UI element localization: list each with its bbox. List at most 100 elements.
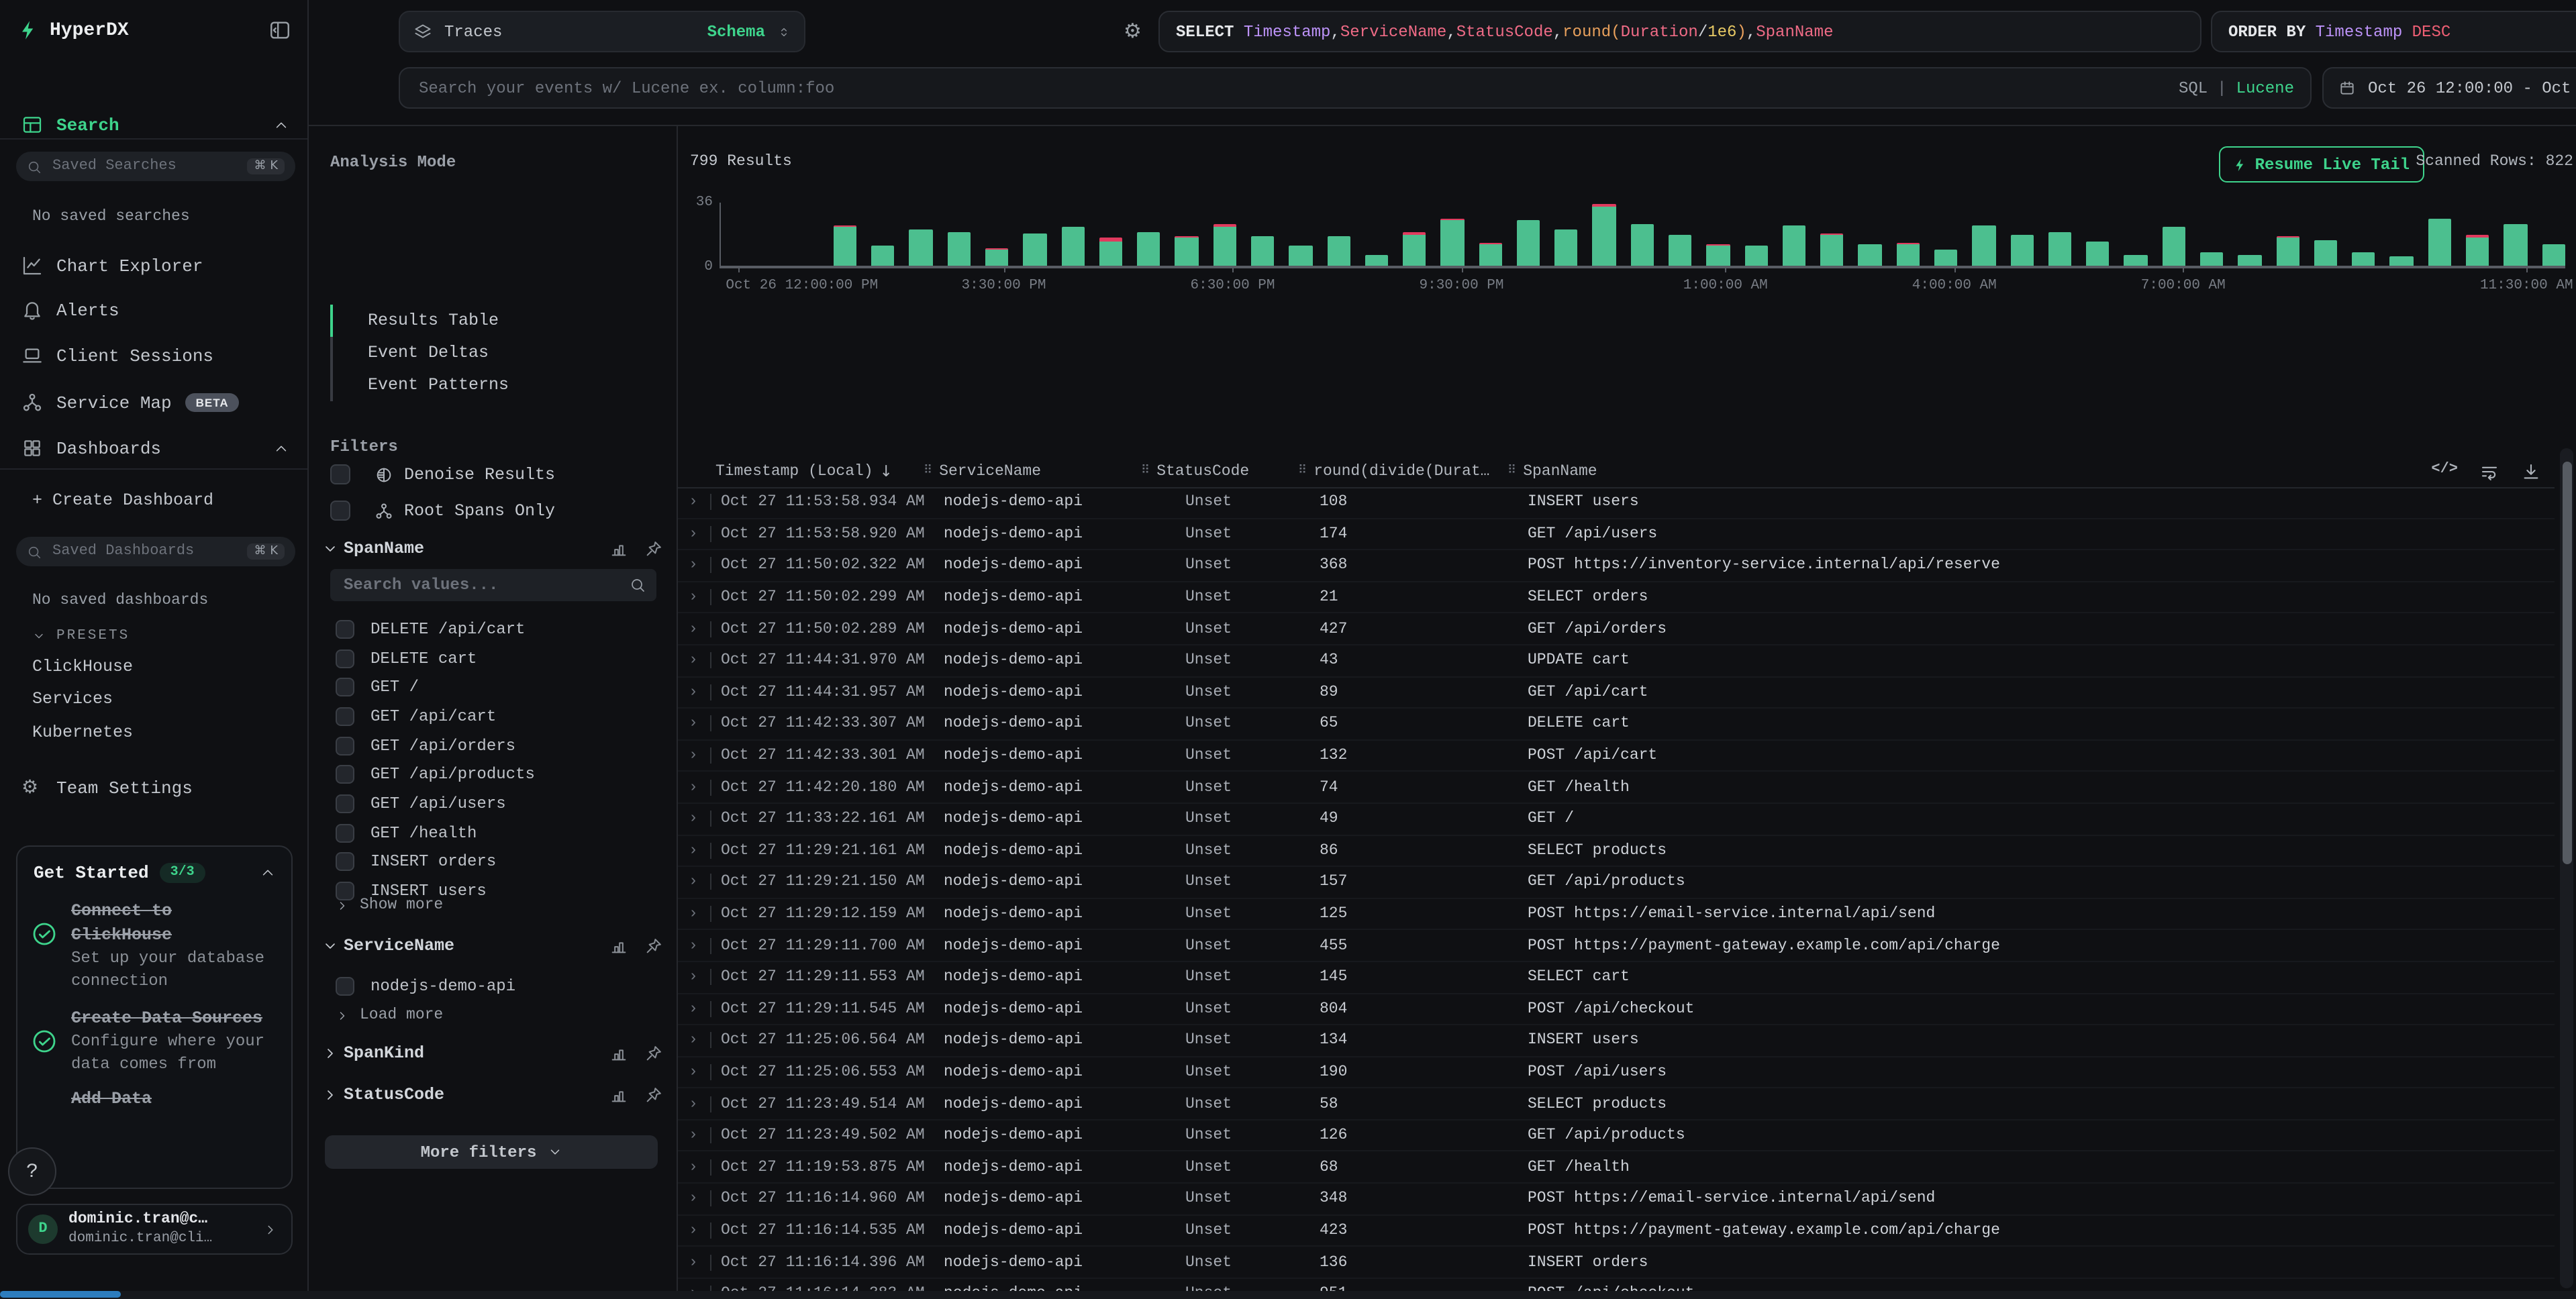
table-row[interactable]: › Oct 27 11:16:14.960 AM nodejs-demo-api… (678, 1184, 2555, 1215)
denoise-results-toggle[interactable]: Denoise Results (330, 464, 555, 484)
sidebar-item-dashboards[interactable]: Dashboards (0, 431, 307, 466)
time-range-picker[interactable]: Oct 26 12:00:00 - Oct 27 12:00:00 (2322, 67, 2576, 109)
saved-searches-input[interactable]: ⌘ K (16, 152, 295, 181)
row-expand-icon[interactable]: › (689, 588, 698, 606)
checkbox[interactable] (330, 464, 350, 484)
sidebar-item-search[interactable]: Search (0, 107, 307, 142)
root-spans-only-toggle[interactable]: Root Spans Only (330, 501, 555, 521)
filter-value-row[interactable]: GET /api/orders (336, 731, 666, 760)
drag-grip-icon[interactable]: ⠿ (1141, 464, 1150, 478)
row-expand-icon[interactable]: › (689, 494, 698, 511)
table-row[interactable]: › Oct 27 11:23:49.514 AM nodejs-demo-api… (678, 1089, 2555, 1121)
get-started-item[interactable]: Connect to ClickHouse Set up your databa… (17, 883, 291, 993)
column-header-servicename[interactable]: ⠿ ServiceName (924, 455, 1041, 487)
filter-value-row[interactable]: GET /api/users (336, 789, 666, 818)
checkbox[interactable] (336, 794, 354, 813)
table-row[interactable]: › Oct 27 11:53:58.934 AM nodejs-demo-api… (678, 487, 2555, 519)
row-expand-icon[interactable]: › (689, 842, 698, 860)
table-row[interactable]: › Oct 27 11:16:14.535 AM nodejs-demo-api… (678, 1215, 2555, 1247)
filter-value-row[interactable]: GET /health (336, 819, 666, 847)
filter-value-row[interactable]: GET /api/cart (336, 702, 666, 731)
chart-mini-icon[interactable] (609, 1086, 628, 1104)
column-header-spanname[interactable]: ⠿ SpanName (1507, 455, 1597, 487)
table-row[interactable]: › Oct 27 11:33:22.161 AM nodejs-demo-api… (678, 804, 2555, 835)
lang-lucene-toggle[interactable]: Lucene (2236, 79, 2294, 97)
sidebar-item-client-sessions[interactable]: Client Sessions (0, 338, 307, 373)
row-expand-icon[interactable]: › (689, 937, 698, 954)
table-row[interactable]: › Oct 27 11:42:33.301 AM nodejs-demo-api… (678, 741, 2555, 772)
spanname-search-field[interactable] (341, 574, 630, 596)
preset-services[interactable]: Services (32, 690, 113, 709)
table-row[interactable]: › Oct 27 11:50:02.299 AM nodejs-demo-api… (678, 582, 2555, 614)
resume-live-tail-button[interactable]: Resume Live Tail (2219, 146, 2424, 183)
table-row[interactable]: › Oct 27 11:23:49.502 AM nodejs-demo-api… (678, 1121, 2555, 1152)
create-dashboard-button[interactable]: + Create Dashboard (32, 491, 213, 510)
table-row[interactable]: › Oct 27 11:16:14.396 AM nodejs-demo-api… (678, 1247, 2555, 1279)
row-expand-icon[interactable]: › (689, 652, 698, 670)
tab-event-patterns[interactable]: Event Patterns (330, 369, 509, 401)
filter-value-row[interactable]: GET / (336, 673, 666, 702)
chevron-up-icon[interactable] (260, 866, 275, 880)
order-by-input[interactable]: ORDER BY Timestamp DESC (2211, 11, 2576, 52)
table-row[interactable]: › Oct 27 11:29:21.150 AM nodejs-demo-api… (678, 867, 2555, 898)
row-expand-icon[interactable]: › (689, 1253, 698, 1271)
more-filters-button[interactable]: More filters (325, 1135, 658, 1169)
source-select[interactable]: Traces Schema (399, 11, 805, 52)
checkbox[interactable] (336, 823, 354, 842)
table-row[interactable]: › Oct 27 11:44:31.957 AM nodejs-demo-api… (678, 677, 2555, 709)
checkbox[interactable] (336, 977, 354, 996)
filter-value-row[interactable]: GET /api/products (336, 760, 666, 789)
row-expand-icon[interactable]: › (689, 1000, 698, 1018)
sidebar-item-chart-explorer[interactable]: Chart Explorer (0, 248, 307, 283)
drag-grip-icon[interactable]: ⠿ (924, 464, 932, 478)
get-started-item[interactable]: Create Data Sources Configure where your… (17, 993, 291, 1076)
drag-grip-icon[interactable]: ⠿ (1298, 464, 1307, 478)
collapse-sidebar-icon[interactable] (268, 19, 291, 42)
sidebar-item-team-settings[interactable]: ⚙ Team Settings (0, 770, 307, 805)
pin-icon[interactable] (644, 1086, 663, 1104)
chart-mini-icon[interactable] (609, 1044, 628, 1063)
row-expand-icon[interactable]: › (689, 747, 698, 764)
row-expand-icon[interactable]: › (689, 874, 698, 891)
table-row[interactable]: › Oct 27 11:50:02.289 AM nodejs-demo-api… (678, 614, 2555, 645)
column-header-duration[interactable]: ⠿ round(divide(Durat… (1298, 455, 1489, 487)
chart-mini-icon[interactable] (609, 539, 628, 558)
checkbox[interactable] (330, 501, 350, 521)
table-row[interactable]: › Oct 27 11:50:02.322 AM nodejs-demo-api… (678, 550, 2555, 582)
row-expand-icon[interactable]: › (689, 1032, 698, 1049)
table-row[interactable]: › Oct 27 11:19:53.875 AM nodejs-demo-api… (678, 1152, 2555, 1184)
filter-value-row[interactable]: nodejs-demo-api (336, 972, 666, 1000)
filter-group-spankind[interactable]: SpanKind (322, 1044, 663, 1063)
filter-value-row[interactable]: INSERT orders (336, 847, 666, 876)
table-row[interactable]: › Oct 27 11:29:11.700 AM nodejs-demo-api… (678, 931, 2555, 962)
saved-searches-field[interactable] (50, 157, 239, 176)
row-expand-icon[interactable]: › (689, 1159, 698, 1176)
scrollbar-thumb[interactable] (2562, 462, 2571, 864)
saved-dashboards-field[interactable] (50, 542, 239, 561)
select-clause-input[interactable]: SELECT Timestamp,ServiceName,StatusCode,… (1158, 11, 2201, 52)
filter-group-spanname[interactable]: SpanName (322, 539, 663, 558)
row-expand-icon[interactable]: › (689, 620, 698, 637)
column-header-timestamp[interactable]: Timestamp (Local) ↓ (715, 455, 893, 487)
saved-dashboards-input[interactable]: ⌘ K (16, 537, 295, 566)
table-row[interactable]: › Oct 27 11:44:31.970 AM nodejs-demo-api… (678, 645, 2555, 677)
event-search-bar[interactable]: SQL | Lucene (399, 67, 2312, 109)
pin-icon[interactable] (644, 1044, 663, 1063)
row-expand-icon[interactable]: › (689, 1127, 698, 1144)
tab-event-deltas[interactable]: Event Deltas (330, 337, 509, 369)
row-expand-icon[interactable]: › (689, 715, 698, 733)
get-started-item[interactable]: Add Data (17, 1076, 291, 1110)
source-settings-gear-icon[interactable]: ⚙ (1124, 19, 1142, 43)
wrap-lines-icon[interactable] (2479, 461, 2499, 481)
row-expand-icon[interactable]: › (689, 905, 698, 923)
sidebar-item-alerts[interactable]: Alerts (0, 293, 307, 327)
horizontal-scrollbar-thumb[interactable] (0, 1291, 121, 1298)
checkbox[interactable] (336, 766, 354, 784)
row-expand-icon[interactable]: › (689, 1095, 698, 1112)
row-expand-icon[interactable]: › (689, 557, 698, 574)
code-view-icon[interactable]: </> (2431, 461, 2458, 481)
row-expand-icon[interactable]: › (689, 1222, 698, 1239)
drag-grip-icon[interactable]: ⠿ (1507, 464, 1516, 478)
table-row[interactable]: › Oct 27 11:29:12.159 AM nodejs-demo-api… (678, 898, 2555, 930)
table-row[interactable]: › Oct 27 11:42:33.307 AM nodejs-demo-api… (678, 709, 2555, 740)
